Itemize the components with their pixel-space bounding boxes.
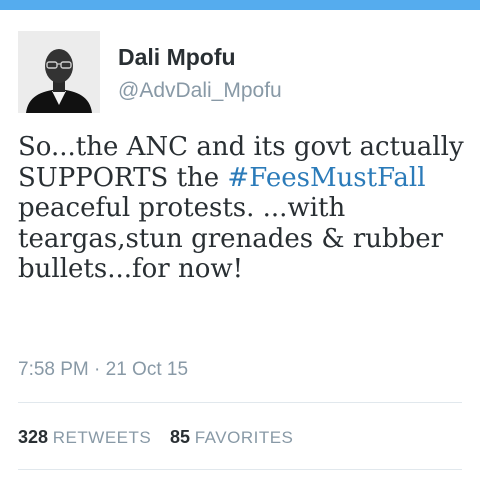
- divider: [18, 402, 462, 403]
- tweet-stats: 328 RETWEETS 85 FAVORITES: [18, 427, 307, 448]
- retweets-stat[interactable]: 328 RETWEETS: [18, 427, 151, 448]
- author-handle[interactable]: @AdvDali_Mpofu: [118, 79, 282, 103]
- tweet-text-after: peaceful protests. ...with teargas,stun …: [18, 193, 444, 284]
- tweet-text: So...the ANC and its govt actually SUPPO…: [18, 132, 473, 285]
- divider: [18, 469, 462, 470]
- top-accent-bar: [0, 0, 480, 10]
- favorites-count: 85: [169, 427, 190, 447]
- favorites-label: FAVORITES: [194, 428, 294, 447]
- retweets-label: RETWEETS: [52, 428, 152, 447]
- profile-photo-icon: [18, 31, 100, 113]
- favorites-stat[interactable]: 85 FAVORITES: [170, 427, 293, 448]
- avatar[interactable]: [18, 31, 100, 113]
- hashtag-link[interactable]: #FeesMustFall: [227, 163, 425, 193]
- tweet-timestamp[interactable]: 7:58 PM · 21 Oct 15: [18, 359, 188, 381]
- retweets-count: 328: [18, 427, 49, 447]
- author-name[interactable]: Dali Mpofu: [118, 44, 236, 71]
